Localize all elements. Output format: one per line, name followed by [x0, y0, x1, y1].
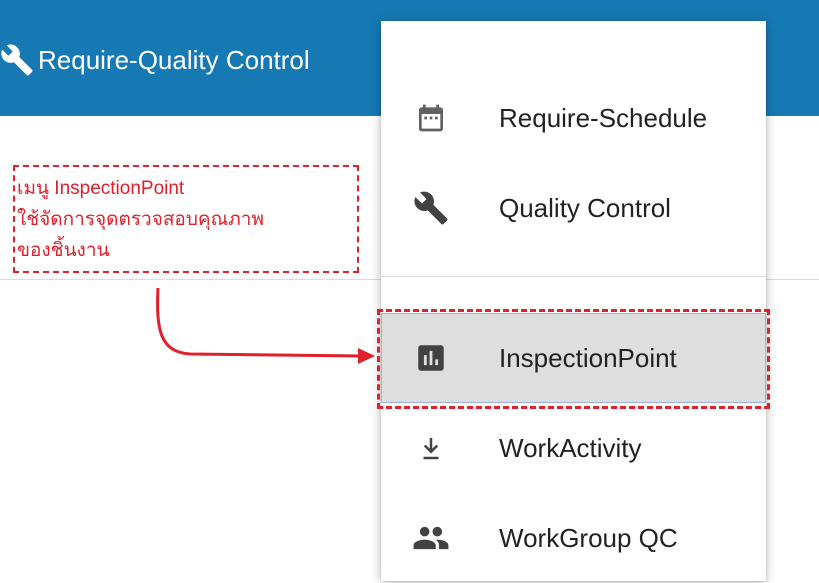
annotation-line-1: เมนู InspectionPoint [17, 178, 185, 199]
menu-item-quality-control[interactable]: Quality Control [381, 163, 766, 253]
menu-item-label: WorkGroup QC [499, 522, 678, 553]
menu-item-label: InspectionPoint [499, 342, 677, 373]
annotation-line-3: ของชิ้นงาน [17, 240, 110, 261]
calendar-icon [411, 98, 451, 138]
header-title-text: Require-Quality Control [38, 44, 310, 75]
menu-item-label: WorkActivity [499, 432, 642, 463]
wrench-icon [411, 188, 451, 228]
dropdown-menu: Require-Schedule Quality Control Inspect… [381, 21, 766, 581]
menu-item-require-schedule[interactable]: Require-Schedule [381, 73, 766, 163]
annotation-line-2: ใช้จัดการจุดตรวจสอบคุณภาพ [17, 209, 264, 230]
menu-item-workgroup-qc[interactable]: WorkGroup QC [381, 493, 766, 583]
menu-item-work-activity[interactable]: WorkActivity [381, 403, 766, 493]
bar-chart-icon [411, 338, 451, 378]
wrench-icon [1, 44, 33, 76]
group-icon [411, 518, 451, 558]
menu-separator [381, 276, 766, 277]
annotation-callout: เมนู InspectionPoint ใช้จัดการจุดตรวจสอบ… [13, 165, 359, 273]
download-icon [411, 428, 451, 468]
menu-item-inspection-point[interactable]: InspectionPoint [381, 313, 766, 403]
menu-item-label: Quality Control [499, 192, 671, 223]
header-title[interactable]: Require-Quality Control [0, 40, 310, 80]
menu-item-label: Require-Schedule [499, 102, 708, 133]
